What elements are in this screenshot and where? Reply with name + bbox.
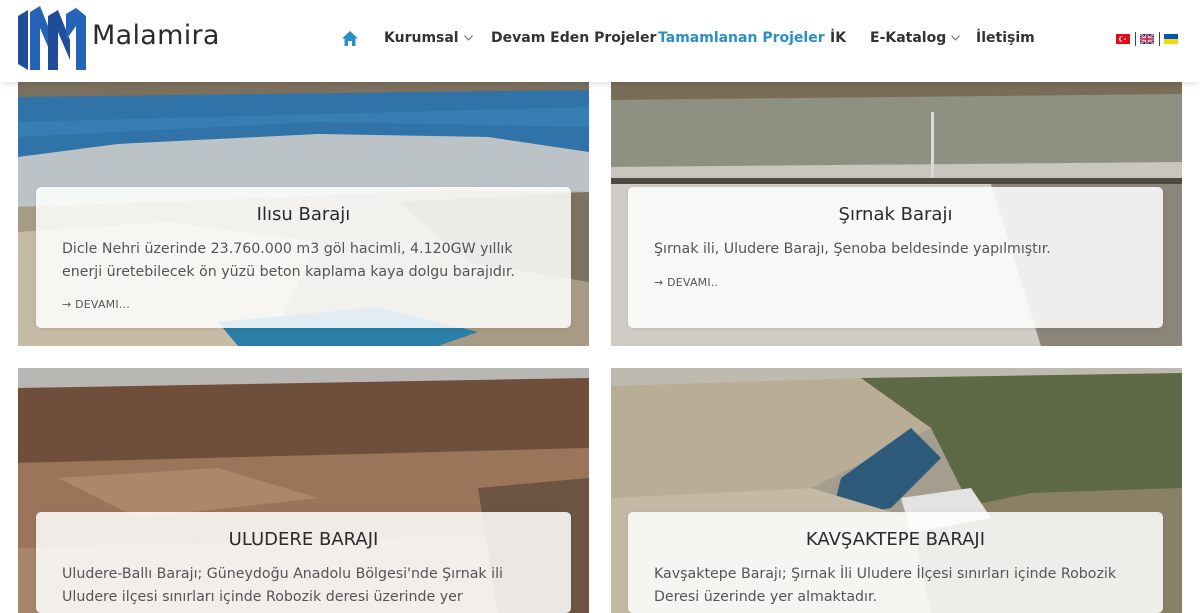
site-header: Malamira Kurumsal Devam Eden Projeler Ta…: [0, 0, 1200, 82]
turkey-flag-icon[interactable]: [1116, 34, 1130, 44]
ukraine-flag-icon[interactable]: [1164, 34, 1178, 44]
project-card-uludere: ULUDERE BARAJI Uludere-Ballı Barajı; Gün…: [36, 512, 571, 613]
project-description: Şırnak ili, Uludere Barajı, Şenoba belde…: [654, 241, 1051, 257]
nav-item-iletisim[interactable]: İletişim: [976, 30, 1035, 50]
read-more-link[interactable]: → DEVAMI...: [62, 298, 130, 311]
malamira-logo[interactable]: [18, 6, 86, 72]
project-description: Kavşaktepe Barajı; Şırnak İli Uludere İl…: [654, 566, 1117, 605]
project-title[interactable]: ULUDERE BARAJI: [36, 528, 571, 552]
nav-item-e-katalog[interactable]: E-Katalog: [870, 30, 961, 50]
project-title[interactable]: KAVŞAKTEPE BARAJI: [628, 528, 1163, 552]
nav-item-label: İletişim: [976, 30, 1035, 46]
brand-name[interactable]: Malamira: [92, 20, 220, 51]
nav-item-label: Devam Eden Projeler: [491, 30, 657, 46]
home-icon[interactable]: [341, 30, 359, 47]
nav-item-label: Tamamlanan Projeler: [658, 30, 825, 46]
project-title[interactable]: Şırnak Barajı: [628, 203, 1163, 227]
language-separator: [1135, 32, 1136, 46]
nav-item-kurumsal[interactable]: Kurumsal: [384, 30, 473, 50]
project-card-sirnak: Şırnak Barajı Şırnak ili, Uludere Barajı…: [628, 187, 1163, 328]
chevron-down-icon: [951, 35, 961, 41]
nav-item-label: İK: [830, 30, 847, 46]
project-description: Uludere-Ballı Barajı; Güneydoğu Anadolu …: [62, 566, 503, 613]
project-card-kavsaktepe: KAVŞAKTEPE BARAJI Kavşaktepe Barajı; Şır…: [628, 512, 1163, 613]
project-description: Dicle Nehri üzerinde 23.760.000 m3 göl h…: [62, 241, 515, 280]
nav-item-ik[interactable]: İK: [830, 30, 846, 50]
uk-flag-icon[interactable]: [1140, 34, 1154, 44]
nav-item-label: Kurumsal: [384, 30, 459, 46]
read-more-link[interactable]: → DEVAMI..: [654, 276, 718, 289]
chevron-down-icon: [463, 35, 473, 41]
project-title[interactable]: Ilısu Barajı: [36, 203, 571, 227]
language-separator: [1159, 32, 1160, 46]
nav-item-label: E-Katalog: [870, 30, 947, 46]
nav-item-tamamlanan-projeler[interactable]: Tamamlanan Projeler: [658, 30, 825, 50]
project-card-ilisu: Ilısu Barajı Dicle Nehri üzerinde 23.760…: [36, 187, 571, 328]
nav-item-devam-eden-projeler[interactable]: Devam Eden Projeler: [491, 30, 656, 50]
